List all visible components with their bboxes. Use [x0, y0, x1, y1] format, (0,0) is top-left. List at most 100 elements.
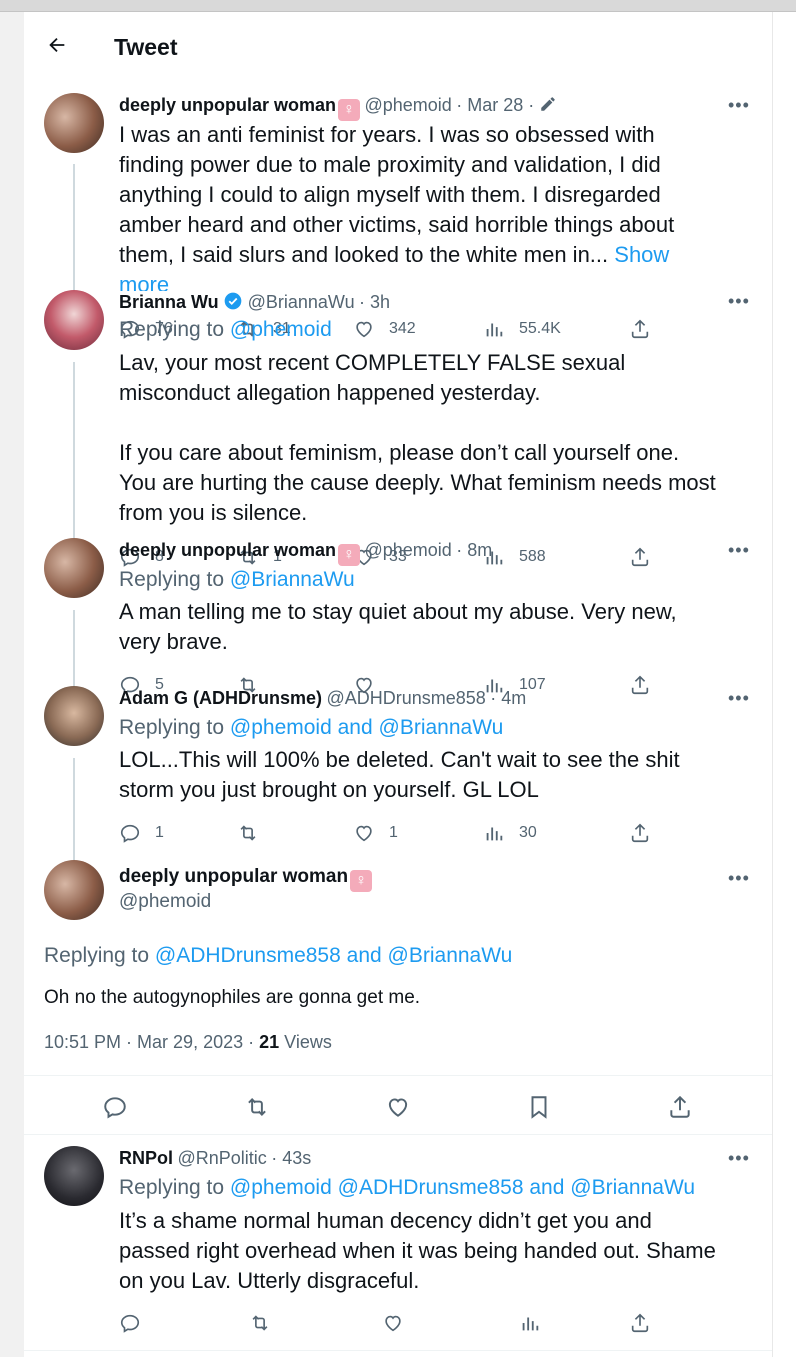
page-right-gutter	[772, 12, 796, 1357]
share-icon	[670, 1095, 690, 1118]
avatar[interactable]	[44, 538, 104, 598]
tweet-time[interactable]: · 4m	[490, 688, 526, 708]
retweet-button[interactable]	[237, 822, 259, 844]
views-count: 21	[259, 1032, 280, 1052]
avatar[interactable]	[44, 860, 104, 920]
bookmark-button[interactable]	[526, 1094, 552, 1120]
replying-to: Replying to @ADHDrunsme858 and @BriannaW…	[44, 944, 513, 967]
retweet-button[interactable]	[249, 1312, 271, 1334]
like-button[interactable]	[385, 1094, 411, 1120]
author-handle[interactable]: @phemoid	[364, 540, 451, 560]
more-dots-icon[interactable]: •••	[728, 1148, 750, 1169]
more-dots-icon[interactable]: •••	[728, 868, 750, 889]
reply-button[interactable]: 1	[119, 822, 164, 844]
mention-link[interactable]: @ADHDrunsme858	[338, 1176, 524, 1199]
mention-link[interactable]: @phemoid	[230, 318, 332, 341]
author-name[interactable]: Brianna Wu	[119, 292, 219, 312]
tweet-text: A man telling me to stay quiet about my …	[119, 599, 677, 654]
author-handle[interactable]: @ADHDrunsme858	[326, 688, 485, 708]
browser-top-strip	[0, 0, 796, 12]
more-dots-icon[interactable]: •••	[728, 688, 750, 709]
back-arrow-icon[interactable]	[46, 34, 68, 56]
author-handle[interactable]: @BriannaWu	[248, 292, 355, 312]
female-sign-icon: ♀	[350, 870, 373, 892]
views-icon	[522, 1317, 539, 1331]
like-button[interactable]	[382, 1312, 404, 1334]
mention-link[interactable]: @phemoid	[230, 1176, 332, 1199]
like-button[interactable]: 342	[353, 318, 416, 340]
author-name[interactable]: deeply unpopular woman	[119, 95, 336, 115]
thread-line	[73, 164, 75, 302]
like-icon	[388, 1098, 408, 1117]
retweet-button[interactable]	[244, 1094, 270, 1120]
share-icon	[631, 319, 649, 339]
author-name[interactable]: RNPol	[119, 1148, 173, 1168]
retweet-icon	[252, 1315, 268, 1331]
tweet-text: I was an anti feminist for years. I was …	[119, 120, 674, 300]
replying-to: Replying to @phemoid and @BriannaWu	[119, 716, 504, 739]
like-button[interactable]: 1	[353, 822, 398, 844]
tweet-time[interactable]: · Mar 28 ·	[456, 95, 534, 115]
author-handle[interactable]: @phemoid	[119, 891, 211, 913]
share-button[interactable]	[629, 822, 651, 844]
main-tweet-actions	[102, 1094, 722, 1120]
mention-link[interactable]: @BriannaWu	[379, 716, 504, 739]
tweet-page: Tweet deeply unpopular woman ♀ @phemoid ·…	[24, 12, 772, 1357]
tweet-text: Lav, your most recent COMPLETELY FALSE s…	[119, 350, 716, 525]
views-button[interactable]: 588	[483, 546, 546, 568]
show-more-link[interactable]: Show	[614, 242, 669, 267]
thread-line	[73, 758, 75, 860]
like-icon	[356, 825, 372, 842]
tweet-actions	[119, 1312, 679, 1336]
retweet-icon	[248, 1098, 266, 1116]
more-dots-icon[interactable]: •••	[728, 95, 750, 116]
like-icon	[356, 321, 372, 338]
views-button[interactable]	[519, 1312, 541, 1334]
avatar[interactable]	[44, 93, 104, 153]
share-icon	[631, 823, 649, 843]
thread-line	[73, 362, 75, 550]
share-button[interactable]	[629, 1312, 651, 1334]
author-name[interactable]: Adam G (ADHDrunsme)	[119, 688, 322, 708]
share-icon	[631, 1313, 649, 1333]
tweet-time[interactable]: · 8m	[456, 540, 492, 560]
more-dots-icon[interactable]: •••	[728, 291, 750, 312]
page-title: Tweet	[114, 34, 178, 60]
reply-icon	[120, 824, 140, 843]
share-button[interactable]	[667, 1094, 693, 1120]
female-sign-icon: ♀	[338, 99, 361, 121]
replying-to: Replying to @phemoid @ADHDrunsme858 and …	[119, 1176, 696, 1199]
mention-link[interactable]: @ADHDrunsme858	[155, 944, 341, 967]
tweet-text: LOL...This will 100% be deleted. Can't w…	[119, 747, 680, 802]
tweet-time[interactable]: · 43s	[271, 1148, 311, 1168]
share-button[interactable]	[629, 546, 651, 568]
reply-button[interactable]	[119, 1312, 141, 1334]
author-handle[interactable]: @RnPolitic	[177, 1148, 266, 1168]
author-name[interactable]: deeply unpopular woman	[119, 540, 336, 560]
tweet-actions: 1 1 30	[119, 822, 679, 846]
retweet-icon	[240, 825, 256, 841]
views-icon	[486, 827, 503, 841]
views-button[interactable]: 55.4K	[483, 318, 561, 340]
views-icon	[486, 323, 503, 337]
mention-link[interactable]: @BriannaWu	[388, 944, 513, 967]
author-handle[interactable]: @phemoid	[364, 95, 451, 115]
mention-link[interactable]: @BriannaWu	[570, 1176, 695, 1199]
avatar[interactable]	[44, 686, 104, 746]
avatar[interactable]	[44, 1146, 104, 1206]
bookmark-icon	[531, 1096, 547, 1119]
share-button[interactable]	[629, 318, 651, 340]
tweet-time[interactable]: · 3h	[359, 292, 390, 312]
views-button[interactable]: 30	[483, 822, 537, 844]
thread-line	[73, 610, 75, 696]
reply-icon	[120, 1314, 140, 1333]
reply-button[interactable]	[102, 1094, 128, 1120]
share-button[interactable]	[629, 674, 651, 696]
tweet-text: It’s a shame normal human decency didn’t…	[119, 1208, 716, 1293]
author-name[interactable]: deeply unpopular woman ♀	[119, 866, 373, 892]
mention-link[interactable]: @phemoid	[230, 716, 332, 739]
more-dots-icon[interactable]: •••	[728, 540, 750, 561]
avatar[interactable]	[44, 290, 104, 350]
mention-link[interactable]: @BriannaWu	[230, 568, 355, 591]
reply-icon	[104, 1097, 126, 1119]
